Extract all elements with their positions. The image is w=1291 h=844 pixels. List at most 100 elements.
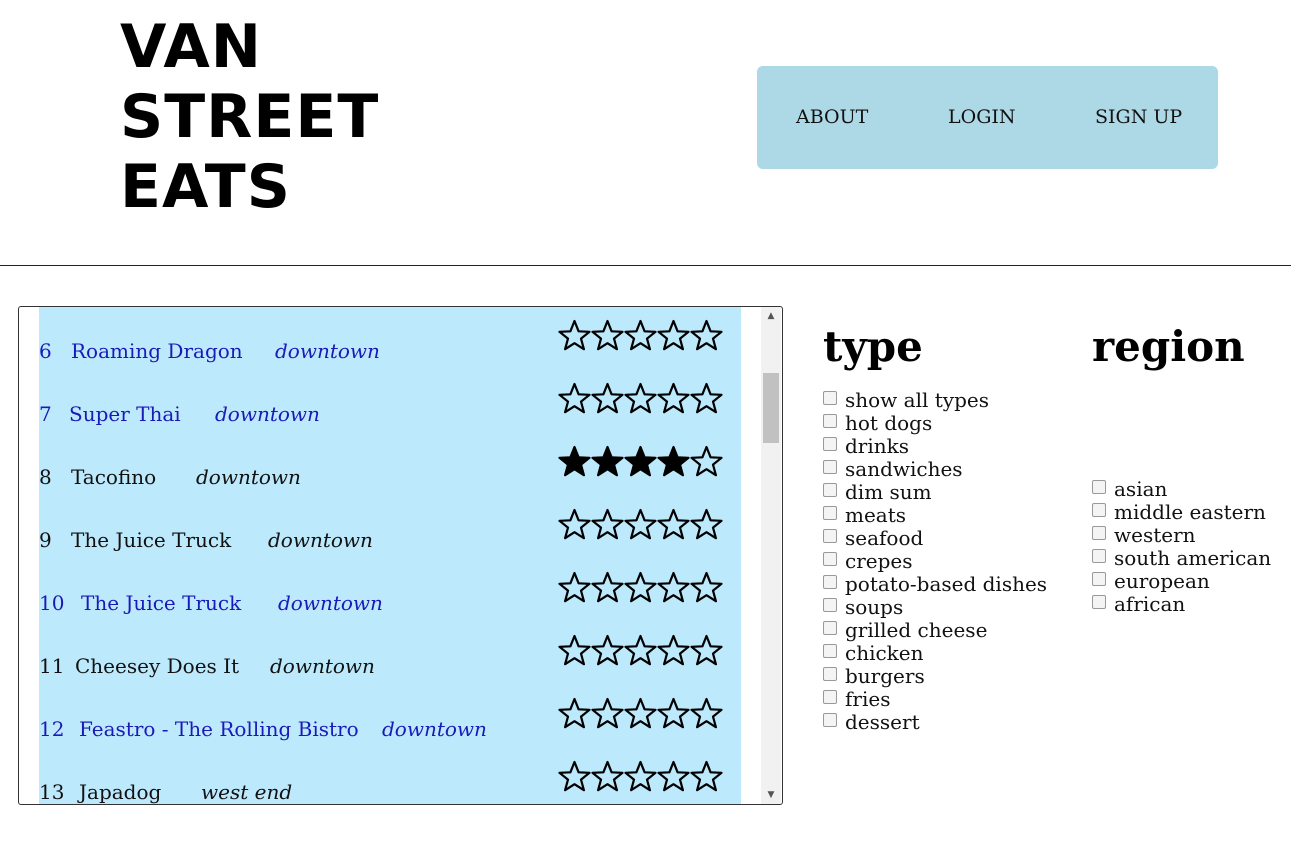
empty-star-icon[interactable] <box>690 571 723 604</box>
empty-star-icon[interactable] <box>558 571 591 604</box>
type-filter-option[interactable]: sandwiches <box>823 458 1047 481</box>
empty-star-icon[interactable] <box>690 319 723 352</box>
region-filter-option[interactable]: african <box>1092 593 1271 616</box>
empty-star-icon[interactable] <box>558 634 591 667</box>
star-rating[interactable] <box>558 697 723 730</box>
empty-star-icon[interactable] <box>591 571 624 604</box>
region-filter-option[interactable]: south american <box>1092 547 1271 570</box>
list-scrollbar[interactable]: ▲ ▼ <box>761 307 781 804</box>
checkbox[interactable] <box>823 689 837 704</box>
checkbox[interactable] <box>1092 571 1106 586</box>
filled-star-icon[interactable] <box>657 445 690 478</box>
checkbox[interactable] <box>823 597 837 612</box>
nav-login-link[interactable]: LOGIN <box>948 106 1016 128</box>
checkbox[interactable] <box>1092 525 1106 540</box>
checkbox[interactable] <box>823 459 837 474</box>
checkbox[interactable] <box>1092 479 1106 494</box>
type-filter-option[interactable]: potato-based dishes <box>823 573 1047 596</box>
region-filter-option[interactable]: middle eastern <box>1092 501 1271 524</box>
filled-star-icon[interactable] <box>591 445 624 478</box>
type-filter-option[interactable]: crepes <box>823 550 1047 573</box>
type-filter-option[interactable]: show all types <box>823 389 1047 412</box>
type-filter-option[interactable]: grilled cheese <box>823 619 1047 642</box>
scroll-up-arrow-icon[interactable]: ▲ <box>761 307 781 325</box>
star-rating[interactable] <box>558 445 723 478</box>
truck-name[interactable]: Roaming Dragon <box>71 339 243 363</box>
star-rating[interactable] <box>558 571 723 604</box>
type-filter-option[interactable]: meats <box>823 504 1047 527</box>
checkbox[interactable] <box>823 620 837 635</box>
type-filter-option[interactable]: seafood <box>823 527 1047 550</box>
checkbox[interactable] <box>1092 594 1106 609</box>
empty-star-icon[interactable] <box>624 697 657 730</box>
empty-star-icon[interactable] <box>657 634 690 667</box>
checkbox[interactable] <box>823 712 837 727</box>
type-filter-option[interactable]: dim sum <box>823 481 1047 504</box>
truck-name[interactable]: Feastro - The Rolling Bistro <box>79 717 359 741</box>
empty-star-icon[interactable] <box>558 382 591 415</box>
empty-star-icon[interactable] <box>558 697 591 730</box>
truck-row[interactable]: 10 The Juice Truck downtown <box>39 571 741 631</box>
star-rating[interactable] <box>558 508 723 541</box>
empty-star-icon[interactable] <box>591 508 624 541</box>
region-filter-option[interactable]: asian <box>1092 478 1271 501</box>
region-filter-option[interactable]: european <box>1092 570 1271 593</box>
empty-star-icon[interactable] <box>657 508 690 541</box>
site-logo[interactable]: VAN STREET EATS <box>120 12 379 222</box>
truck-name[interactable]: Super Thai <box>69 402 181 426</box>
star-rating[interactable] <box>558 634 723 667</box>
empty-star-icon[interactable] <box>624 760 657 793</box>
checkbox[interactable] <box>823 528 837 543</box>
checkbox[interactable] <box>823 551 837 566</box>
empty-star-icon[interactable] <box>558 760 591 793</box>
empty-star-icon[interactable] <box>690 508 723 541</box>
checkbox[interactable] <box>823 574 837 589</box>
star-rating[interactable] <box>558 382 723 415</box>
empty-star-icon[interactable] <box>624 508 657 541</box>
nav-about-link[interactable]: ABOUT <box>796 106 868 128</box>
truck-list[interactable]: 6 Roaming Dragon downtown 7 Super Thai downto… <box>18 306 783 805</box>
empty-star-icon[interactable] <box>657 319 690 352</box>
empty-star-icon[interactable] <box>690 382 723 415</box>
empty-star-icon[interactable] <box>624 382 657 415</box>
empty-star-icon[interactable] <box>591 319 624 352</box>
empty-star-icon[interactable] <box>624 571 657 604</box>
empty-star-icon[interactable] <box>591 382 624 415</box>
empty-star-icon[interactable] <box>558 319 591 352</box>
empty-star-icon[interactable] <box>690 445 723 478</box>
empty-star-icon[interactable] <box>690 760 723 793</box>
type-filter-option[interactable]: chicken <box>823 642 1047 665</box>
filled-star-icon[interactable] <box>624 445 657 478</box>
star-rating[interactable] <box>558 319 723 352</box>
checkbox[interactable] <box>823 390 837 405</box>
type-filter-option[interactable]: fries <box>823 688 1047 711</box>
type-filter-option[interactable]: burgers <box>823 665 1047 688</box>
empty-star-icon[interactable] <box>657 571 690 604</box>
type-filter-option[interactable]: dessert <box>823 711 1047 734</box>
empty-star-icon[interactable] <box>624 634 657 667</box>
truck-row[interactable]: 6 Roaming Dragon downtown <box>39 319 741 379</box>
empty-star-icon[interactable] <box>657 382 690 415</box>
empty-star-icon[interactable] <box>690 697 723 730</box>
empty-star-icon[interactable] <box>591 760 624 793</box>
checkbox[interactable] <box>823 482 837 497</box>
empty-star-icon[interactable] <box>657 760 690 793</box>
checkbox[interactable] <box>823 666 837 681</box>
empty-star-icon[interactable] <box>690 634 723 667</box>
checkbox[interactable] <box>823 413 837 428</box>
empty-star-icon[interactable] <box>624 319 657 352</box>
empty-star-icon[interactable] <box>558 508 591 541</box>
empty-star-icon[interactable] <box>591 634 624 667</box>
region-filter-option[interactable]: western <box>1092 524 1271 547</box>
truck-name[interactable]: The Juice Truck <box>81 591 241 615</box>
type-filter-option[interactable]: hot dogs <box>823 412 1047 435</box>
checkbox[interactable] <box>823 643 837 658</box>
empty-star-icon[interactable] <box>591 697 624 730</box>
nav-signup-link[interactable]: SIGN UP <box>1095 106 1182 128</box>
truck-row[interactable]: 7 Super Thai downtown <box>39 382 741 442</box>
scroll-down-arrow-icon[interactable]: ▼ <box>761 786 781 804</box>
scroll-thumb[interactable] <box>763 373 779 443</box>
empty-star-icon[interactable] <box>657 697 690 730</box>
checkbox[interactable] <box>823 505 837 520</box>
checkbox[interactable] <box>823 436 837 451</box>
